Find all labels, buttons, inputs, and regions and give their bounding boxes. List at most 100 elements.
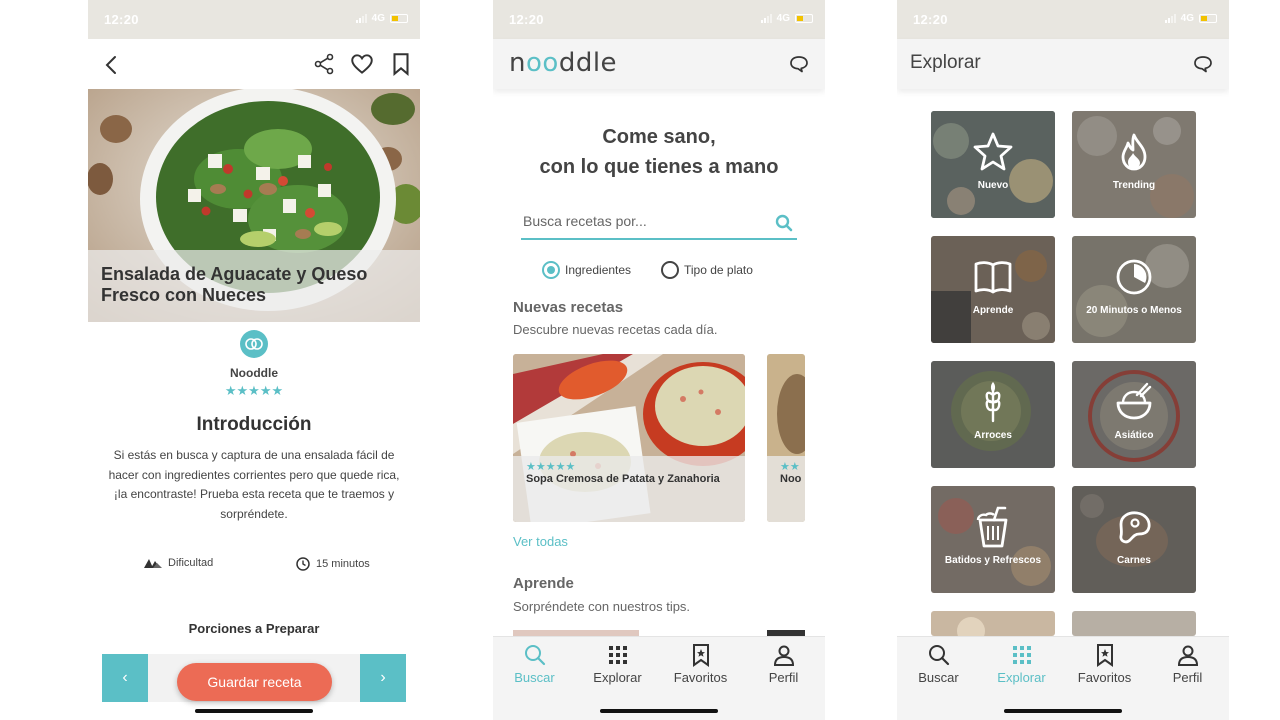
home-headline: Come sano, con lo que tienes a mano	[493, 122, 825, 182]
category-tile-arroces[interactable]: Arroces	[931, 361, 1055, 468]
tab-search[interactable]: Buscar	[897, 643, 980, 685]
save-recipe-button[interactable]: Guardar receta	[177, 663, 332, 701]
category-tile-trending[interactable]: Trending	[1072, 111, 1196, 218]
tab-explore[interactable]: Explorar	[576, 643, 659, 685]
portions-title: Porciones a Preparar	[188, 621, 320, 636]
tab-search-label: Buscar	[918, 670, 959, 685]
tab-profile-label: Perfil	[1172, 670, 1203, 685]
app-logo: nooddle	[509, 48, 617, 78]
increase-portions-button[interactable]: ›	[360, 654, 406, 702]
difficulty-icon	[144, 559, 162, 568]
category-tile-20-minutos[interactable]: 20 Minutos o Menos	[1072, 236, 1196, 343]
user-icon	[773, 645, 794, 666]
search-icon[interactable]	[775, 214, 793, 232]
status-bar: 12:20 4G	[88, 0, 420, 39]
battery-icon	[390, 14, 408, 23]
screens-stage: 12:20 4G Ensalada de Aguacate y Queso Fr…	[0, 0, 1280, 720]
star-icon	[973, 132, 1013, 171]
rice-bowl-icon	[1116, 382, 1152, 420]
author-name[interactable]: Nooddle	[88, 366, 420, 380]
recipe-title-overlay: Ensalada de Aguacate y Queso Fresco con …	[88, 250, 420, 322]
card-title: Sopa Cremosa de Patata y Zanahoria	[526, 473, 720, 485]
rating-stars: ★★★★★	[224, 383, 284, 398]
logo-prefix: n	[509, 48, 526, 78]
chat-icon[interactable]	[1193, 55, 1213, 73]
tab-search[interactable]: Buscar	[493, 643, 576, 685]
tab-favorites-label: Favoritos	[673, 670, 728, 685]
network-label: 4G	[776, 13, 790, 24]
share-icon[interactable]	[312, 52, 336, 76]
tab-explore[interactable]: Explorar	[980, 643, 1063, 685]
new-recipes-title: Nuevas recetas	[513, 299, 624, 316]
time-label: 15 minutos	[316, 558, 370, 570]
network-label: 4G	[371, 13, 385, 24]
tab-favorites[interactable]: Favoritos	[1063, 643, 1146, 685]
chat-icon[interactable]	[789, 55, 809, 73]
recipe-header	[88, 39, 420, 89]
recipe-card[interactable]: ★★ Noo	[767, 354, 805, 522]
tile-label: Arroces	[974, 430, 1012, 441]
back-arrow-icon[interactable]	[100, 53, 124, 77]
search-icon	[524, 645, 545, 666]
recipe-card[interactable]: ★★★★★ Sopa Cremosa de Patata y Zanahoria	[513, 354, 745, 522]
category-tile-aprende[interactable]: Aprende	[931, 236, 1055, 343]
radio-ingredients-label: Ingredientes	[565, 263, 632, 277]
recipe-card-caption: ★★ Noo	[767, 456, 805, 522]
tile-label: Asiático	[1114, 430, 1154, 441]
category-tile-carnes[interactable]: Carnes	[1072, 486, 1196, 593]
status-time: 12:20	[509, 12, 544, 27]
home-indicator	[600, 709, 718, 713]
signal-icon	[355, 14, 367, 23]
tab-favorites[interactable]: Favoritos	[659, 643, 742, 685]
category-tile-peek[interactable]	[1072, 611, 1196, 636]
learn-title: Aprende	[513, 575, 574, 592]
learn-subtitle: Sorpréndete con nuestros tips.	[513, 599, 691, 614]
tab-profile[interactable]: Perfil	[1146, 643, 1229, 685]
logo-oo: oo	[525, 48, 559, 78]
search-icon	[928, 645, 949, 666]
nooddle-logo-icon	[245, 338, 263, 350]
home-indicator	[195, 709, 313, 713]
bookmark-icon[interactable]	[390, 51, 412, 77]
bottom-tab-bar: Buscar Explorar Favoritos Perfil	[493, 636, 825, 720]
bookmark-star-icon	[1096, 644, 1113, 667]
status-indicators: 4G	[1164, 13, 1217, 24]
wheat-icon	[985, 381, 1001, 423]
timer-icon	[1116, 259, 1152, 295]
tile-label: Carnes	[1117, 555, 1151, 566]
decrease-portions-button[interactable]: ‹	[102, 654, 148, 702]
status-time: 12:20	[913, 12, 948, 27]
category-tile-peek[interactable]	[931, 611, 1055, 636]
category-tile-nuevo[interactable]: Nuevo	[931, 111, 1055, 218]
tile-label: Nuevo	[977, 180, 1009, 191]
heart-icon[interactable]	[349, 51, 375, 77]
category-tile-asiatico[interactable]: Asiático	[1072, 361, 1196, 468]
radio-ingredients[interactable]: Ingredientes	[542, 261, 631, 279]
explore-header: Explorar	[897, 39, 1229, 89]
headline-line1: Come sano,	[602, 126, 716, 148]
drink-icon	[976, 506, 1008, 548]
tile-label: Batidos y Refrescos	[944, 555, 1042, 566]
recipe-card-caption: ★★★★★ Sopa Cremosa de Patata y Zanahoria	[513, 456, 745, 522]
radio-dish-type[interactable]: Tipo de plato	[661, 261, 753, 279]
flame-icon	[1121, 133, 1147, 171]
author-avatar[interactable]	[240, 330, 268, 358]
home-header: nooddle	[493, 39, 825, 89]
see-all-link[interactable]: Ver todas	[513, 534, 568, 549]
bottom-tab-bar: Buscar Explorar Favoritos Perfil	[897, 636, 1229, 720]
tab-profile[interactable]: Perfil	[742, 643, 825, 685]
signal-icon	[1164, 14, 1176, 23]
tile-photo	[931, 611, 1055, 636]
signal-icon	[760, 14, 772, 23]
new-recipes-subtitle: Descubre nuevas recetas cada día.	[513, 322, 718, 337]
tile-label: Aprende	[972, 305, 1014, 316]
category-tile-batidos[interactable]: Batidos y Refrescos	[931, 486, 1055, 593]
page-title: Explorar	[910, 52, 981, 73]
network-label: 4G	[1180, 13, 1194, 24]
recipe-search-input[interactable]	[521, 210, 797, 240]
time-info: 15 minutos	[296, 557, 370, 571]
tab-explore-label: Explorar	[593, 670, 642, 685]
intro-text: Si estás en busca y captura de una ensal…	[108, 448, 400, 521]
status-indicators: 4G	[355, 13, 408, 24]
bookmark-star-icon	[692, 644, 709, 667]
